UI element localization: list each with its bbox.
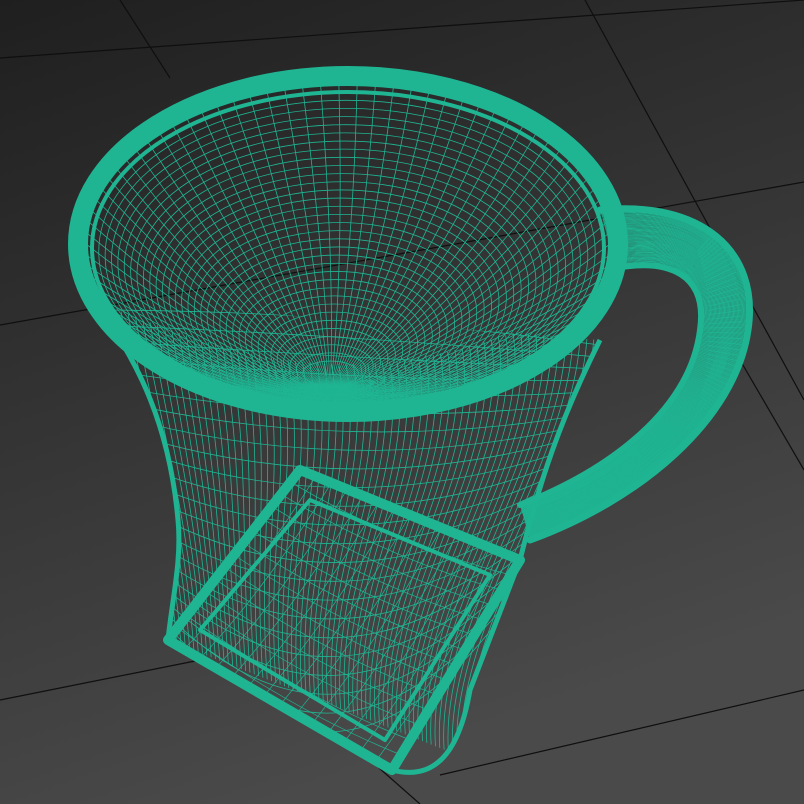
3d-viewport[interactable] (0, 0, 804, 804)
viewport-canvas[interactable] (0, 0, 804, 804)
